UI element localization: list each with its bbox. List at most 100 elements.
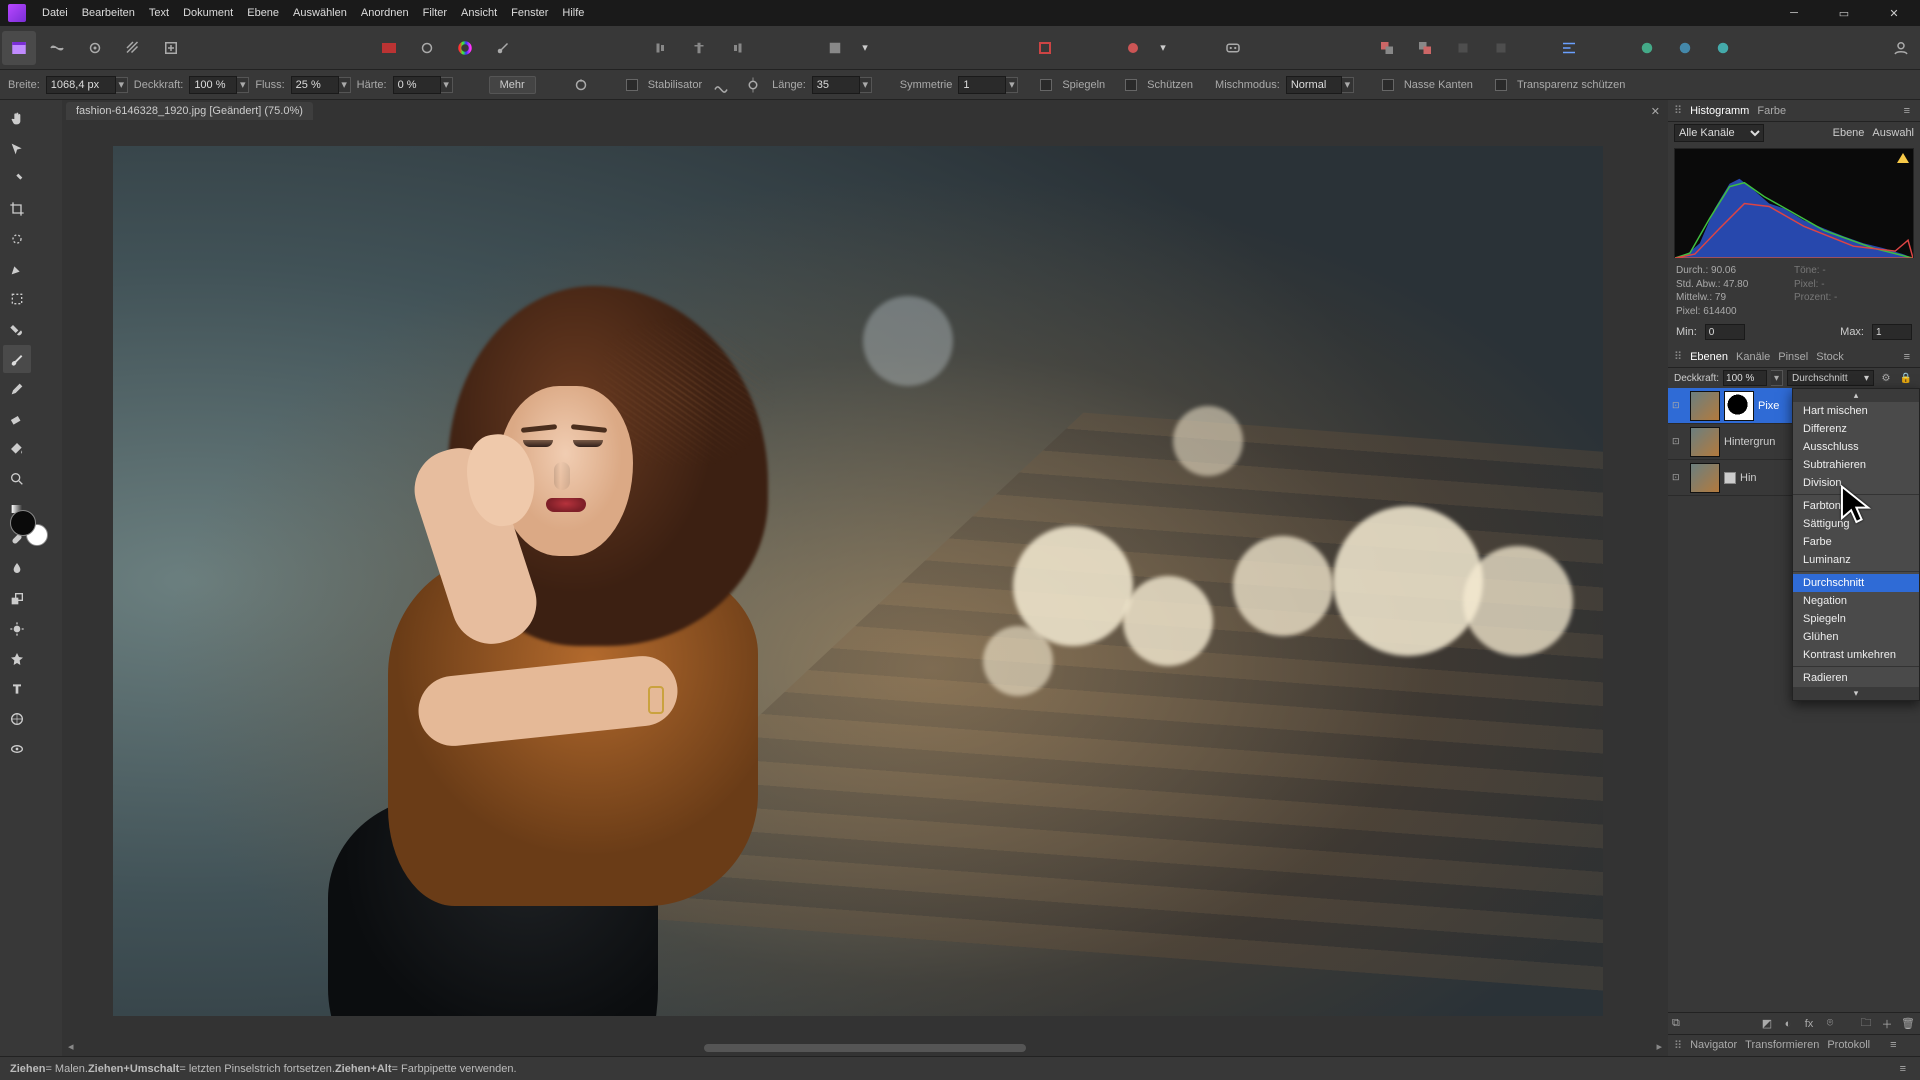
- snap-toggle-icon[interactable]: [1116, 31, 1150, 65]
- snap-dd-icon[interactable]: ▾: [1154, 31, 1172, 65]
- layer-blend-select[interactable]: Durchschnitt▾: [1787, 370, 1874, 386]
- blend-option[interactable]: Kontrast umkehren: [1793, 646, 1919, 664]
- autocolor-icon[interactable]: [486, 31, 520, 65]
- layer-lock-icon[interactable]: 🔒: [1898, 370, 1914, 386]
- menu-select[interactable]: Auswählen: [293, 7, 347, 19]
- tab-color[interactable]: Farbe: [1757, 105, 1786, 117]
- cloud-new-icon[interactable]: [1630, 31, 1664, 65]
- menu-arrange[interactable]: Anordnen: [361, 7, 409, 19]
- menu-view[interactable]: Ansicht: [461, 7, 497, 19]
- window-maximize[interactable]: ▭: [1822, 0, 1866, 26]
- quickmask-dd-icon[interactable]: ▾: [856, 31, 874, 65]
- menu-text[interactable]: Text: [149, 7, 169, 19]
- length-input[interactable]: [812, 76, 860, 94]
- stabilizer-check[interactable]: [626, 79, 638, 91]
- layer-visibility-icon[interactable]: ⊡: [1672, 400, 1686, 411]
- opacity-dd-icon[interactable]: ▾: [237, 77, 249, 93]
- blend-scroll-down-icon[interactable]: ▾: [1793, 687, 1919, 700]
- blendmode-input[interactable]: [1286, 76, 1342, 94]
- menu-layer[interactable]: Ebene: [247, 7, 279, 19]
- blend-mode-dropdown[interactable]: ▴ Hart mischenDifferenzAusschlussSubtrah…: [1792, 388, 1920, 701]
- length-dd-icon[interactable]: ▾: [860, 77, 872, 93]
- erase-tool-icon[interactable]: [3, 405, 31, 433]
- live-filter-icon[interactable]: ⌾: [1822, 1016, 1838, 1032]
- blend-option[interactable]: Durchschnitt: [1793, 574, 1919, 592]
- crop-tool-icon[interactable]: [3, 195, 31, 223]
- arrange-dim2-icon[interactable]: [1484, 31, 1518, 65]
- cloud-save-icon[interactable]: [1706, 31, 1740, 65]
- cloud-open-icon[interactable]: [1668, 31, 1702, 65]
- channels-select[interactable]: Alle Kanäle: [1674, 124, 1764, 142]
- flood-tool-icon[interactable]: [3, 315, 31, 343]
- arrange-dim1-icon[interactable]: [1446, 31, 1480, 65]
- persona-export-icon[interactable]: [154, 31, 188, 65]
- tab-navigator[interactable]: Navigator: [1690, 1039, 1737, 1052]
- tab-histogram[interactable]: Histogramm: [1690, 105, 1749, 117]
- hist-layer-button[interactable]: Ebene: [1833, 127, 1865, 139]
- align-panel-icon[interactable]: [1552, 31, 1586, 65]
- move-tool-icon[interactable]: [3, 135, 31, 163]
- group-icon[interactable]: 🗀: [1858, 1016, 1874, 1032]
- persona-photo-icon[interactable]: [2, 31, 36, 65]
- pen-tool-icon[interactable]: [3, 255, 31, 283]
- persona-develop-icon[interactable]: [78, 31, 112, 65]
- menu-filter[interactable]: Filter: [423, 7, 447, 19]
- fg-color-swatch[interactable]: [10, 510, 36, 536]
- bottom-menu-icon[interactable]: ≡: [1886, 1039, 1900, 1052]
- align-center-icon[interactable]: [682, 31, 716, 65]
- symmetry-input[interactable]: [958, 76, 1006, 94]
- layer-opacity-dd-icon[interactable]: ▾: [1771, 370, 1783, 386]
- h-scroll-thumb[interactable]: [704, 1044, 1025, 1052]
- flow-input[interactable]: [291, 76, 339, 94]
- blend-option[interactable]: Farbe: [1793, 533, 1919, 551]
- mask-add-icon[interactable]: ◩: [1759, 1016, 1775, 1032]
- blend-option[interactable]: Luminanz: [1793, 551, 1919, 569]
- vertical-scrollbar[interactable]: [1654, 122, 1668, 1040]
- tab-transform[interactable]: Transformieren: [1745, 1039, 1819, 1052]
- marquee-tool-icon[interactable]: [3, 285, 31, 313]
- persona-liquify-icon[interactable]: [40, 31, 74, 65]
- window-mode-icon[interactable]: [742, 74, 764, 96]
- align-right-icon[interactable]: [720, 31, 754, 65]
- wet-check[interactable]: [1382, 79, 1394, 91]
- hand-tool-icon[interactable]: [3, 105, 31, 133]
- tab-channels[interactable]: Kanäle: [1736, 351, 1770, 363]
- tab-history[interactable]: Protokoll: [1827, 1039, 1870, 1052]
- max-input[interactable]: [1872, 324, 1912, 340]
- symmetry-dd-icon[interactable]: ▾: [1006, 77, 1018, 93]
- arrange-back-icon[interactable]: [1370, 31, 1404, 65]
- persona-tone-icon[interactable]: [116, 31, 150, 65]
- histogram-menu-icon[interactable]: ≡: [1900, 105, 1914, 117]
- menu-help[interactable]: Hilfe: [562, 7, 584, 19]
- blend-option[interactable]: Sättigung: [1793, 515, 1919, 533]
- swatch-red-icon[interactable]: [372, 31, 406, 65]
- arrange-front-icon[interactable]: [1408, 31, 1442, 65]
- color-wheel-icon[interactable]: [448, 31, 482, 65]
- blendmode-dd-icon[interactable]: ▾: [1342, 77, 1354, 93]
- quickmask-icon[interactable]: [818, 31, 852, 65]
- more-button[interactable]: Mehr: [489, 76, 536, 94]
- hardness-input[interactable]: [393, 76, 441, 94]
- shape-tool-icon[interactable]: [3, 645, 31, 673]
- brush-tool-icon[interactable]: [3, 345, 31, 373]
- blend-option[interactable]: Farbton: [1793, 497, 1919, 515]
- window-close[interactable]: ✕: [1872, 0, 1916, 26]
- opacity-input[interactable]: [189, 76, 237, 94]
- layer-visibility-icon[interactable]: ⊡: [1672, 472, 1686, 483]
- fill-tool-icon[interactable]: [3, 435, 31, 463]
- document-tab[interactable]: fashion-6146328_1920.jpg [Geändert] (75.…: [66, 102, 313, 120]
- document-tab-close[interactable]: ✕: [1643, 105, 1668, 118]
- mirror-check[interactable]: [1040, 79, 1052, 91]
- menu-document[interactable]: Dokument: [183, 7, 233, 19]
- smudge-tool-icon[interactable]: [3, 555, 31, 583]
- alpha-check[interactable]: [1495, 79, 1507, 91]
- pressure-size-icon[interactable]: [570, 74, 592, 96]
- canvas[interactable]: [62, 122, 1654, 1040]
- rope-mode-icon[interactable]: [710, 74, 732, 96]
- hardness-dd-icon[interactable]: ▾: [441, 77, 453, 93]
- pencil-tool-icon[interactable]: [3, 375, 31, 403]
- width-dd-icon[interactable]: ▾: [116, 77, 128, 93]
- blend-option[interactable]: Subtrahieren: [1793, 456, 1919, 474]
- tab-stock[interactable]: Stock: [1816, 351, 1844, 363]
- menu-file[interactable]: Datei: [42, 7, 68, 19]
